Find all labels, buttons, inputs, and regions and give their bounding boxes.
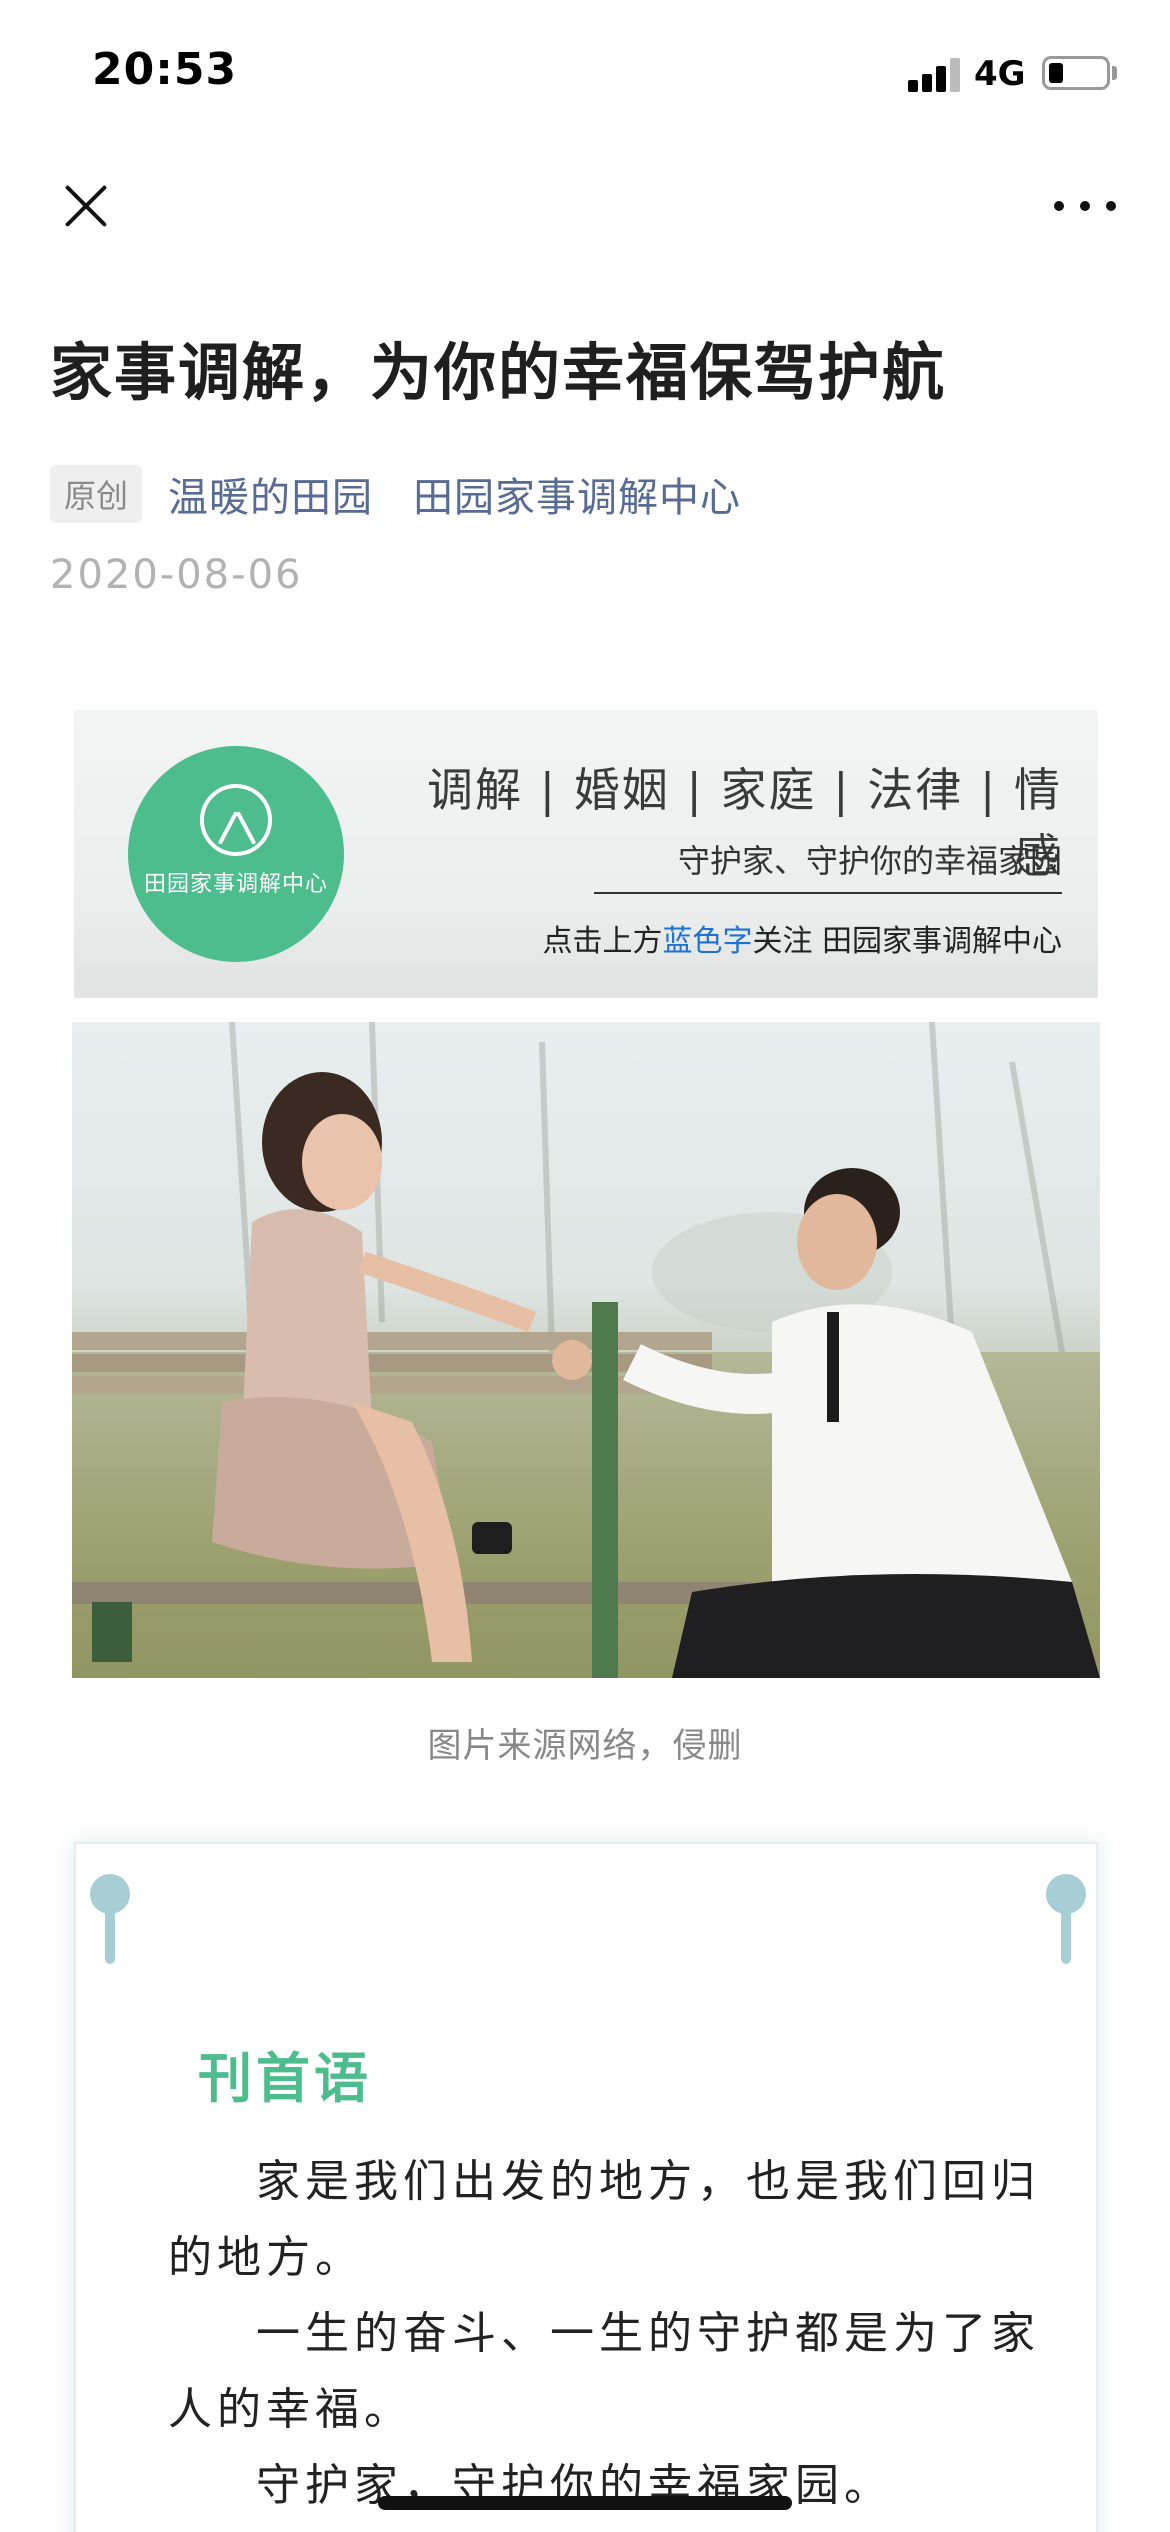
article-title: 家事调解，为你的幸福保驾护航 xyxy=(50,336,947,409)
card-paragraph: 守护家，守护你的幸福家园。 xyxy=(256,2460,893,2511)
article-page: 20:53 4G 家事调解，为你的幸福保驾护航 原创 温暖的田园 田园家事调解中… xyxy=(0,0,1170,2532)
card-heading: 刊首语 xyxy=(198,2047,372,2110)
banner-slogan: 守护家、守护你的幸福家园 xyxy=(594,836,1062,894)
battery-icon xyxy=(1042,56,1110,90)
card-paragraph: 家是我们出发的地方，也是我们回归的地方。 xyxy=(168,2156,1040,2283)
card-body: 家是我们出发的地方，也是我们回归的地方。 一生的奋斗、一生的守护都是为了家人的幸… xyxy=(168,2144,1048,2524)
follow-suffix: 关注 田园家事调解中心 xyxy=(752,924,1062,959)
more-icon[interactable] xyxy=(1054,196,1116,216)
close-icon[interactable] xyxy=(56,176,116,236)
battery-cap xyxy=(1112,66,1117,80)
original-badge: 原创 xyxy=(50,465,143,523)
home-indicator[interactable] xyxy=(378,2496,792,2510)
account-link[interactable]: 田园家事调解中心 xyxy=(413,465,741,523)
follow-prefix: 点击上方 xyxy=(542,924,663,959)
logo-mark-icon xyxy=(200,784,272,856)
logo-text: 田园家事调解中心 xyxy=(143,872,328,897)
publish-date: 2020-08-06 xyxy=(50,552,303,598)
author-link[interactable]: 温暖的田园 xyxy=(168,465,373,523)
status-bar: 20:53 4G xyxy=(0,0,1170,150)
network-type: 4G xyxy=(974,54,1026,94)
banner-follow-prompt: 点击上方蓝色字关注 田园家事调解中心 xyxy=(374,916,1062,960)
photo-illustration xyxy=(72,1022,1100,1678)
account-banner: 田园家事调解中心 调解 | 婚姻 | 家庭 | 法律 | 情感 守护家、守护你的… xyxy=(74,710,1098,998)
signal-icon xyxy=(908,56,960,92)
card-paragraph: 一生的奋斗、一生的守护都是为了家人的幸福。 xyxy=(168,2308,1040,2435)
account-logo: 田园家事调解中心 xyxy=(128,746,344,962)
pin-icon xyxy=(1046,1874,1086,1964)
photo-caption: 图片来源网络，侵删 xyxy=(427,1726,743,1766)
status-time: 20:53 xyxy=(92,44,238,95)
foreword-card: 刊首语 家是我们出发的地方，也是我们回归的地方。 一生的奋斗、一生的守护都是为了… xyxy=(74,1842,1098,2532)
article-photo xyxy=(72,1022,1100,1678)
article-meta: 原创 温暖的田园 田园家事调解中心 xyxy=(50,462,781,526)
pin-icon xyxy=(90,1874,130,1964)
follow-highlight: 蓝色字 xyxy=(662,924,753,959)
